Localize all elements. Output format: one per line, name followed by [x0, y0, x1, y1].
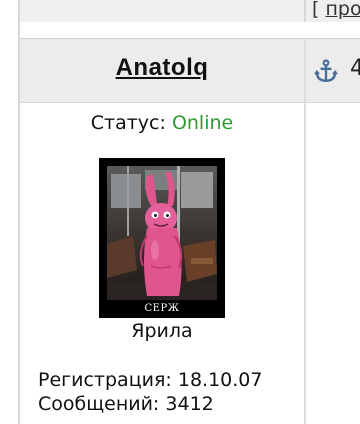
top-link-bracket: [	[312, 0, 320, 20]
registration-date: 18.10.07	[177, 369, 263, 391]
status-value: Online	[171, 112, 234, 134]
top-link-text[interactable]: про	[325, 0, 360, 20]
user-rank: Ярила	[131, 320, 193, 342]
top-link[interactable]: [ про	[312, 0, 360, 20]
avatar-caption: СЕРЖ	[144, 303, 180, 314]
posts-count-info: Сообщений: 3412	[38, 393, 214, 415]
post-column-divider	[304, 38, 306, 424]
previous-post-footer	[20, 0, 360, 22]
user-status: Статус: Online	[20, 112, 304, 134]
avatar: СЕРЖ	[99, 158, 225, 318]
posts-count: 3412	[165, 393, 214, 415]
page-margin	[0, 0, 18, 424]
header-separator	[20, 102, 360, 103]
avatar-photo	[107, 166, 217, 300]
registration-info: Регистрация: 18.10.07	[38, 369, 262, 391]
author-name-link[interactable]: Anatolq	[20, 54, 304, 82]
registration-label: Регистрация:	[38, 369, 172, 391]
post-number[interactable]: 4	[350, 56, 360, 81]
status-label: Статус:	[90, 112, 166, 134]
posts-label: Сообщений:	[38, 393, 160, 415]
avatar-image	[107, 166, 217, 300]
row-spacer	[20, 22, 360, 38]
column-divider	[304, 0, 306, 22]
anchor-icon[interactable]	[313, 58, 339, 84]
anchor-icon-graphic	[314, 59, 338, 82]
